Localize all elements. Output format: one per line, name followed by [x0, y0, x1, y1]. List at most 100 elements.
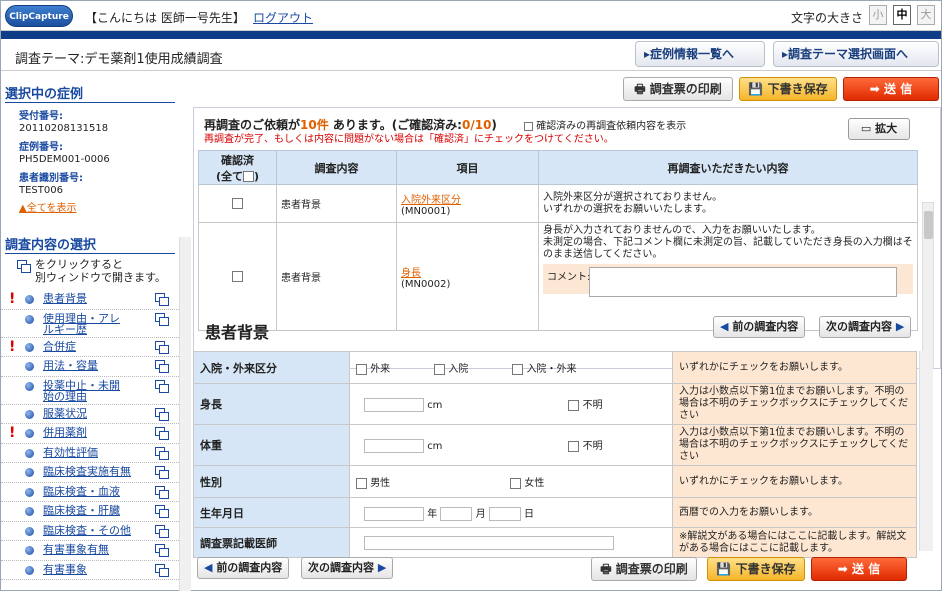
- inpatient-checkbox[interactable]: [434, 363, 446, 375]
- col-content: 調査内容: [276, 150, 397, 185]
- comment-input[interactable]: [589, 267, 897, 297]
- new-window-icon[interactable]: [155, 360, 169, 373]
- survey-item-label[interactable]: 臨床検査・肝臓: [43, 505, 120, 516]
- birth-day-input[interactable]: [488, 506, 521, 521]
- survey-item-label[interactable]: 臨床検査・血液: [43, 486, 120, 497]
- sidebar-survey-item[interactable]: 臨床検査・肝臓: [1, 502, 179, 522]
- send-button[interactable]: ➡ 送 信: [843, 77, 939, 101]
- survey-item-label[interactable]: 臨床検査・その他: [43, 525, 131, 536]
- font-size-small-button[interactable]: 小: [869, 5, 887, 25]
- case-info: 受付番号: 20110208131518 症例番号: PH5DEM001-000…: [1, 107, 179, 196]
- sidebar-scrollbar[interactable]: [179, 237, 191, 591]
- new-window-icon[interactable]: [155, 379, 169, 393]
- female-checkbox[interactable]: [510, 477, 522, 489]
- bullet-icon: [25, 565, 34, 575]
- sidebar-survey-item[interactable]: 有害事象有無: [1, 541, 179, 561]
- alert-icon: !: [9, 425, 16, 441]
- case-value: PH5DEM001-0006: [19, 154, 110, 165]
- sidebar-survey-item[interactable]: 有害事象: [1, 561, 179, 580]
- col-confirmed: 確認済 (全て): [198, 150, 277, 185]
- font-size-large-button[interactable]: 大: [917, 5, 935, 25]
- survey-item-label[interactable]: 投薬中止・未開始の理由: [43, 380, 127, 402]
- bottom-next-button[interactable]: 次の調査内容 ▶: [301, 557, 394, 579]
- doctor-input[interactable]: [364, 535, 614, 550]
- sidebar-survey-item[interactable]: 使用理由・アレルギー歴: [1, 310, 179, 338]
- printer-icon: 🖶: [634, 82, 646, 96]
- sidebar-survey-item[interactable]: ! 合併症: [1, 338, 179, 357]
- col-item: 項目: [396, 150, 539, 185]
- bottom-print-button[interactable]: 🖶 調査票の印刷: [591, 557, 697, 581]
- sidebar-survey-item[interactable]: 投薬中止・未開始の理由: [1, 377, 179, 405]
- survey-item-label[interactable]: 有害事象: [43, 564, 87, 575]
- survey-item-label[interactable]: 臨床検査実施有無: [43, 466, 131, 477]
- bottom-prev-button[interactable]: ◀ 前の調査内容: [197, 557, 290, 579]
- save-draft-button[interactable]: 💾 下書き保存: [739, 77, 837, 101]
- survey-item-label[interactable]: 用法・容量: [43, 360, 98, 371]
- new-window-icon[interactable]: [155, 505, 169, 518]
- sidebar-survey-item[interactable]: 服薬状況: [1, 405, 179, 424]
- height-unknown-checkbox[interactable]: [568, 399, 580, 411]
- sidebar-survey-item[interactable]: 臨床検査・その他: [1, 522, 179, 541]
- table-row: 患者背景 入院外来区分 (MN0001) 入院外来区分が選択されておりません。 い…: [198, 184, 918, 223]
- chevron-right-icon: ▶: [377, 561, 387, 574]
- bottom-save-draft-button[interactable]: 💾 下書き保存: [707, 557, 805, 581]
- sidebar-survey-item[interactable]: 臨床検査実施有無: [1, 463, 179, 483]
- logout-link[interactable]: ログアウト: [253, 9, 313, 26]
- new-window-icon[interactable]: [155, 485, 169, 499]
- height-input[interactable]: [364, 398, 424, 412]
- case-list-button[interactable]: ▸症例情報一覧へ: [635, 41, 765, 67]
- outpatient-checkbox[interactable]: [356, 363, 367, 375]
- print-button[interactable]: 🖶 調査票の印刷: [623, 77, 733, 101]
- form-table: 入院・外来区分 外来 入院 入院・外来 いずれかにチェックをお願いします。 身長…: [193, 351, 917, 558]
- survey-item-label[interactable]: 有害事象有無: [43, 544, 109, 555]
- survey-item-label[interactable]: 併用薬剤: [43, 427, 87, 438]
- next-section-button[interactable]: 次の調査内容 ▶: [819, 316, 912, 338]
- weight-unknown-checkbox[interactable]: [568, 440, 580, 452]
- theme-select-button[interactable]: ▸調査テーマ選択画面へ: [773, 41, 939, 67]
- prev-section-button[interactable]: ◀ 前の調査内容: [713, 316, 806, 338]
- check-all-checkbox[interactable]: [243, 171, 254, 182]
- new-window-icon[interactable]: [155, 544, 169, 557]
- new-window-icon[interactable]: [155, 407, 169, 421]
- male-checkbox[interactable]: [356, 477, 367, 489]
- row-confirm-checkbox[interactable]: [232, 197, 243, 209]
- patient-label: 患者識別番号:: [19, 173, 83, 184]
- survey-item-label[interactable]: 使用理由・アレルギー歴: [43, 313, 127, 335]
- sidebar-survey-item[interactable]: 有効性評価: [1, 444, 179, 463]
- birth-year-input[interactable]: [364, 506, 424, 521]
- bullet-icon: [25, 507, 34, 516]
- sidebar-survey-item[interactable]: ! 併用薬剤: [1, 424, 179, 444]
- survey-item-label[interactable]: 患者背景: [43, 293, 87, 304]
- bottom-action-bar: ◀ 前の調査内容 次の調査内容 ▶ 🖶 調査票の印刷 💾 下書き保存 ➡ 送 信: [193, 553, 941, 591]
- weight-input[interactable]: [364, 439, 424, 453]
- new-window-icon[interactable]: [155, 466, 169, 479]
- row-item-link[interactable]: 入院外来区分: [401, 191, 534, 206]
- survey-item-label[interactable]: 合併症: [43, 341, 76, 352]
- row-confirm-checkbox[interactable]: [232, 270, 243, 282]
- font-size-medium-button[interactable]: 中: [893, 5, 911, 25]
- show-all-link[interactable]: ▲全てを表示: [1, 199, 179, 214]
- printer-icon: 🖶: [600, 562, 612, 576]
- new-window-icon[interactable]: [155, 446, 169, 460]
- chevron-left-icon: ◀: [720, 320, 729, 333]
- survey-item-label[interactable]: 服薬状況: [43, 408, 87, 419]
- scroll-thumb[interactable]: [924, 211, 933, 239]
- new-window-icon[interactable]: [155, 293, 169, 306]
- enlarge-button[interactable]: ▭ 拡大: [848, 118, 910, 140]
- form-title: 患者背景: [205, 323, 270, 342]
- new-window-icon[interactable]: [155, 312, 169, 326]
- sidebar-survey-item[interactable]: ! 患者背景: [1, 290, 179, 310]
- new-window-icon: [17, 260, 31, 273]
- bottom-send-button[interactable]: ➡ 送 信: [811, 557, 907, 581]
- new-window-icon[interactable]: [155, 563, 169, 577]
- both-checkbox[interactable]: [512, 363, 524, 375]
- sidebar-survey-item[interactable]: 用法・容量: [1, 357, 179, 377]
- survey-item-label[interactable]: 有効性評価: [43, 447, 98, 458]
- new-window-icon[interactable]: [155, 427, 169, 440]
- sidebar-survey-item[interactable]: 臨床検査・血液: [1, 483, 179, 502]
- new-window-icon[interactable]: [155, 340, 169, 354]
- row-item-link[interactable]: 身長: [401, 264, 534, 279]
- birth-month-input[interactable]: [440, 506, 473, 521]
- new-window-icon[interactable]: [155, 524, 169, 538]
- form-scrollbar[interactable]: [919, 351, 933, 551]
